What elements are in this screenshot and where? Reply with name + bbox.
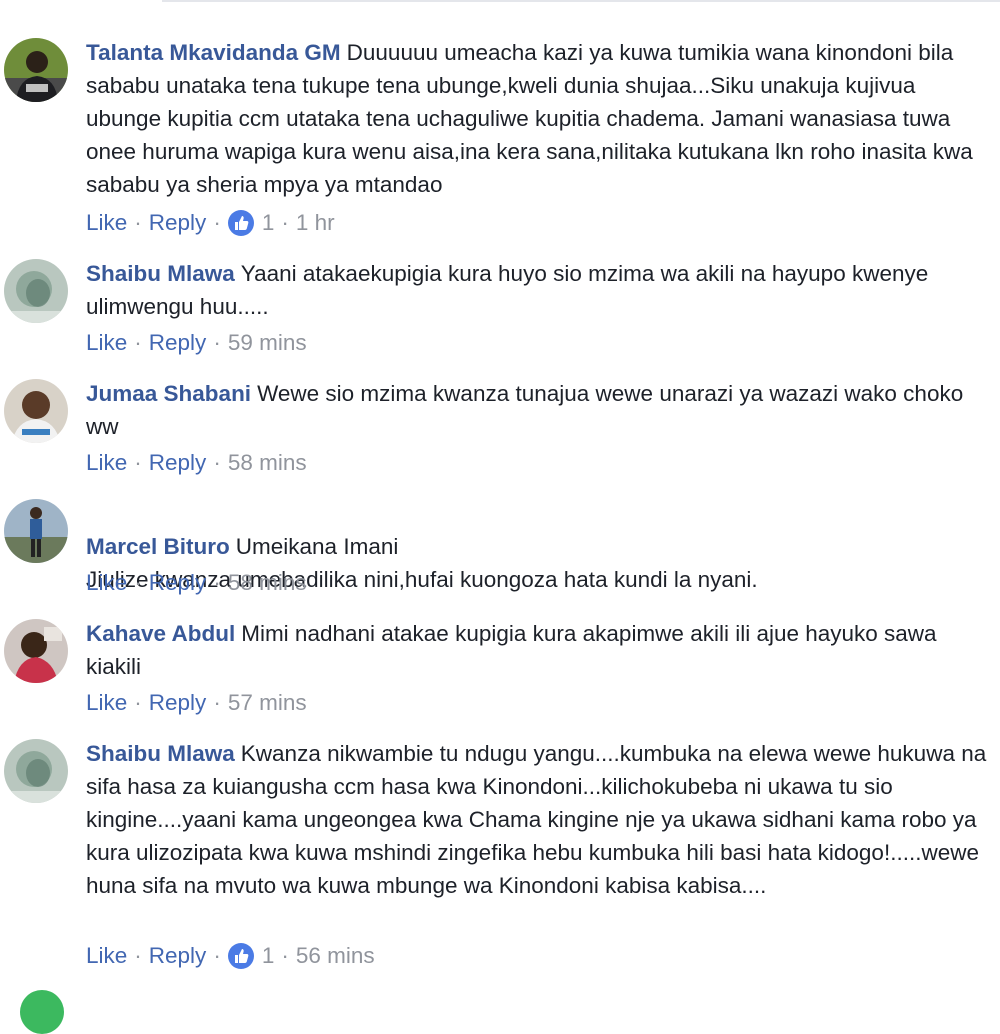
- avatar[interactable]: [4, 619, 68, 683]
- comment-timestamp[interactable]: 56 mins: [296, 941, 375, 971]
- profile-photo-standing-icon: [4, 499, 68, 563]
- avatar[interactable]: [4, 499, 68, 563]
- separator-dot: ·: [213, 690, 221, 715]
- avatar[interactable]: [4, 259, 68, 323]
- comment-author[interactable]: Shaibu Mlawa: [86, 741, 235, 766]
- comment-timestamp[interactable]: 58 mins: [228, 568, 307, 598]
- comment-body: Jumaa Shabani Wewe sio mzima kwanza tunaj…: [86, 377, 991, 443]
- separator-dot: ·: [134, 330, 142, 355]
- comment-actions: Like · Reply · 59 mins: [86, 328, 307, 358]
- separator-dot: ·: [134, 690, 142, 715]
- comment-actions: Like · Reply · 57 mins: [86, 688, 307, 718]
- thumbs-up-icon: [234, 949, 249, 963]
- like-reaction-badge[interactable]: [227, 943, 254, 969]
- divider-line: [162, 0, 1000, 2]
- separator-dot: ·: [213, 943, 221, 968]
- comment-actions: Like · Reply · 1 · 56 mins: [86, 941, 375, 971]
- profile-photo-man-icon: [4, 379, 68, 443]
- separator-dot: ·: [213, 570, 221, 595]
- comment-timestamp[interactable]: 59 mins: [228, 328, 307, 358]
- comment-actions: Like · Reply · 58 mins: [86, 568, 307, 598]
- reply-link[interactable]: Reply: [149, 448, 207, 478]
- comment-actions: Like · Reply · 58 mins: [86, 448, 307, 478]
- like-link[interactable]: Like: [86, 941, 127, 971]
- profile-photo-blurry-icon: [4, 739, 68, 803]
- profile-photo-blurry-icon: [4, 259, 68, 323]
- profile-photo-woman-icon: [4, 619, 68, 683]
- comment-author[interactable]: Kahave Abdul: [86, 621, 235, 646]
- thumbs-up-icon: [234, 216, 249, 230]
- profile-photo-man-dark-icon: [4, 38, 68, 102]
- separator-dot: ·: [213, 330, 221, 355]
- reply-link[interactable]: Reply: [149, 208, 207, 238]
- reply-link[interactable]: Reply: [149, 688, 207, 718]
- reply-link[interactable]: Reply: [149, 941, 207, 971]
- comment-author[interactable]: Jumaa Shabani: [86, 381, 251, 406]
- comment-author[interactable]: Talanta Mkavidanda GM: [86, 40, 341, 65]
- separator-dot: ·: [281, 943, 289, 968]
- like-link[interactable]: Like: [86, 688, 127, 718]
- like-count[interactable]: 1: [262, 208, 275, 238]
- like-link[interactable]: Like: [86, 568, 127, 598]
- avatar[interactable]: [4, 38, 68, 102]
- comment-timestamp[interactable]: 58 mins: [228, 448, 307, 478]
- comment-timestamp[interactable]: 57 mins: [228, 688, 307, 718]
- like-reaction-badge[interactable]: [227, 210, 254, 236]
- like-link[interactable]: Like: [86, 208, 127, 238]
- comment-body: Kahave Abdul Mimi nadhani atakae kupigia …: [86, 617, 991, 683]
- avatar[interactable]: [4, 379, 68, 443]
- comment-body: Talanta Mkavidanda GM Duuuuuu umeacha kaz…: [86, 36, 991, 201]
- like-link[interactable]: Like: [86, 328, 127, 358]
- avatar[interactable]: [20, 990, 64, 1034]
- like-link[interactable]: Like: [86, 448, 127, 478]
- separator-dot: ·: [213, 450, 221, 475]
- comment-body: Shaibu Mlawa Yaani atakaekupigia kura huy…: [86, 257, 991, 323]
- comment-body: Shaibu Mlawa Kwanza nikwambie tu ndugu ya…: [86, 737, 991, 902]
- separator-dot: ·: [134, 943, 142, 968]
- separator-dot: ·: [134, 450, 142, 475]
- avatar[interactable]: [4, 739, 68, 803]
- separator-dot: ·: [281, 210, 289, 235]
- separator-dot: ·: [134, 210, 142, 235]
- separator-dot: ·: [213, 210, 221, 235]
- reply-link[interactable]: Reply: [149, 328, 207, 358]
- comment-author[interactable]: Marcel Bituro: [86, 534, 230, 559]
- like-count[interactable]: 1: [262, 941, 275, 971]
- comment-author[interactable]: Shaibu Mlawa: [86, 261, 235, 286]
- separator-dot: ·: [134, 570, 142, 595]
- comment-actions: Like · Reply · 1 · 1 hr: [86, 208, 335, 238]
- comment-timestamp[interactable]: 1 hr: [296, 208, 335, 238]
- reply-link[interactable]: Reply: [149, 568, 207, 598]
